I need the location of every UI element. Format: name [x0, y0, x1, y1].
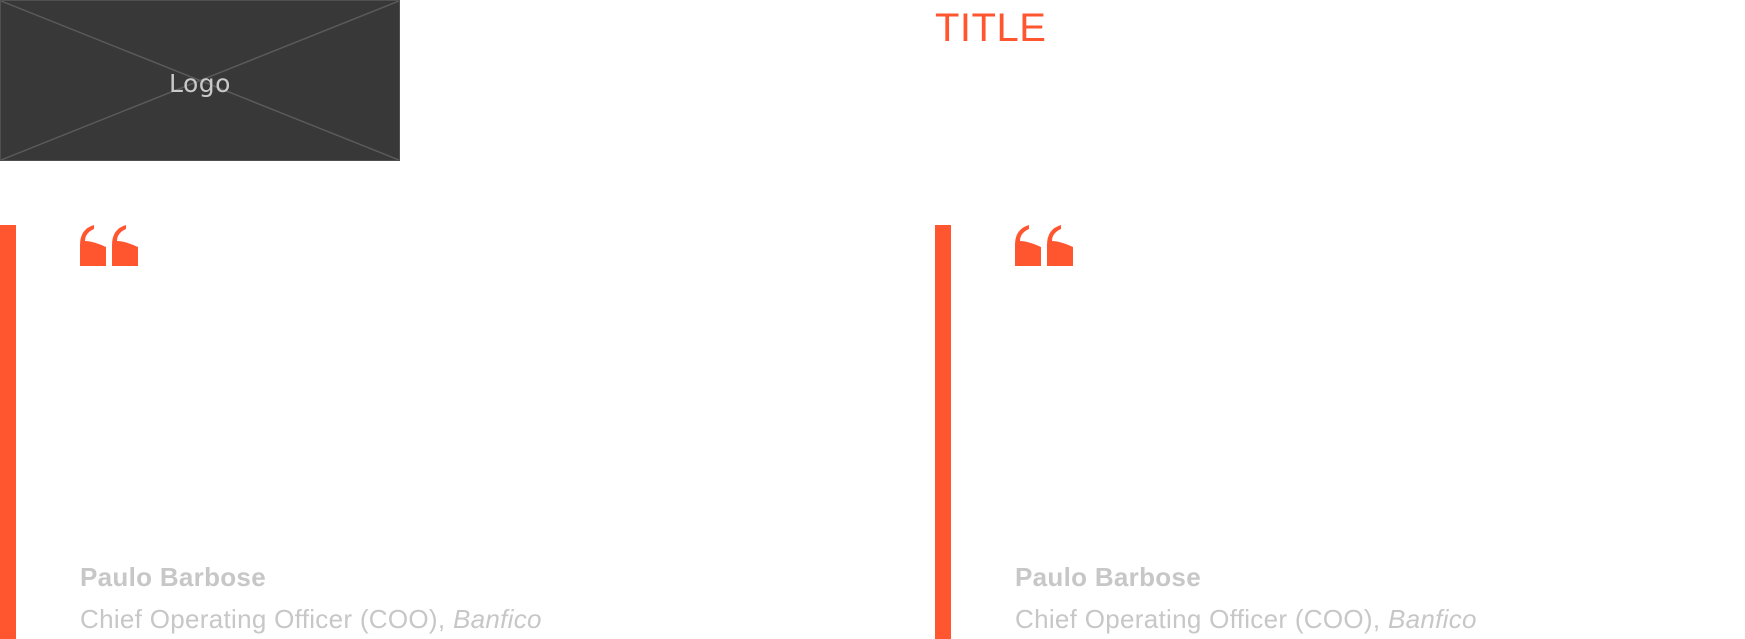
author-company: Banfico: [1387, 604, 1477, 634]
quote-open-icon: [80, 225, 138, 266]
author-title: Chief Operating Officer (COO), Banfico: [1015, 604, 1477, 635]
logo-label: Logo: [169, 69, 231, 98]
author-name: Paulo Barbose: [80, 562, 266, 592]
author-role: Chief Operating Officer (COO),: [80, 604, 453, 634]
author-company: Banfico: [452, 604, 542, 634]
testimonial-card: Paulo Barbose Chief Operating Officer (C…: [935, 225, 1635, 639]
logo-placeholder: Logo: [0, 0, 400, 161]
author-name: Paulo Barbose: [1015, 562, 1201, 592]
accent-bar: [0, 225, 16, 639]
page-title: TITLE: [935, 6, 1047, 50]
accent-bar: [935, 225, 951, 639]
quote-open-icon: [1015, 225, 1073, 266]
author-title: Chief Operating Officer (COO), Banfico: [80, 604, 542, 635]
author-role: Chief Operating Officer (COO),: [1015, 604, 1388, 634]
testimonial-card: Paulo Barbose Chief Operating Officer (C…: [0, 225, 700, 639]
